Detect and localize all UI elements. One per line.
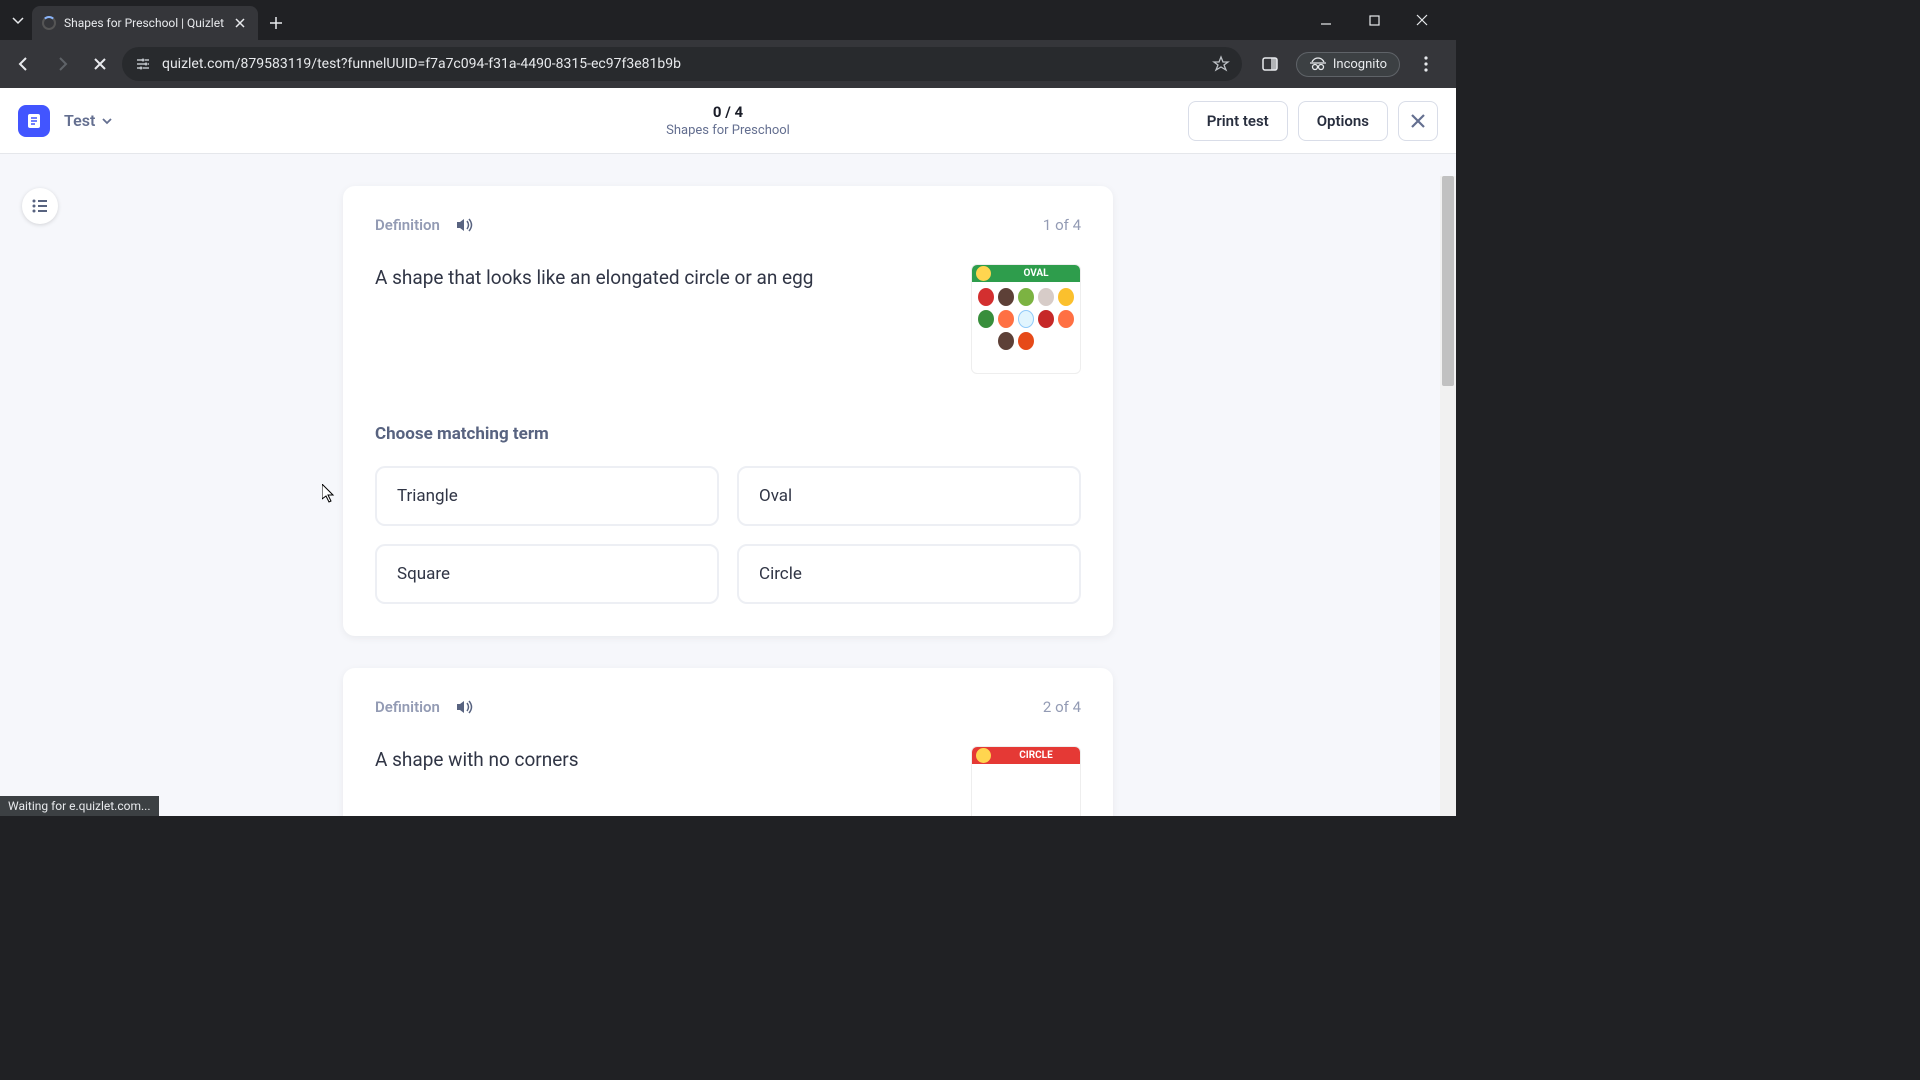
forward-button[interactable]	[46, 48, 78, 80]
app-body[interactable]: Definition 1 of 4 A shape that looks lik…	[0, 154, 1456, 816]
bookmark-icon[interactable]	[1212, 55, 1230, 73]
definition-body: A shape with no corners CIRCLE	[375, 746, 1081, 816]
incognito-label: Incognito	[1333, 57, 1387, 72]
header-left: Test	[18, 105, 113, 137]
definition-image[interactable]: OVAL	[971, 264, 1081, 374]
image-content	[972, 282, 1080, 373]
app-header: Test 0 / 4 Shapes for Preschool Print te…	[0, 88, 1456, 154]
definition-text: A shape with no corners	[375, 746, 951, 775]
site-settings-icon[interactable]	[134, 55, 152, 73]
url-text: quizlet.com/879583119/test?funnelUUID=f7…	[162, 56, 1202, 72]
maximize-button[interactable]	[1360, 6, 1388, 34]
definition-label: Definition	[375, 216, 440, 234]
card-header: Definition 2 of 4	[375, 696, 1081, 718]
browser-chrome: Shapes for Preschool | Quizlet q	[0, 0, 1456, 88]
scrollbar-thumb[interactable]	[1442, 176, 1454, 386]
tab-search-button[interactable]	[8, 10, 28, 30]
question-counter: 1 of 4	[1043, 216, 1081, 234]
answer-option[interactable]: Oval	[737, 466, 1081, 526]
stop-reload-button[interactable]	[84, 48, 116, 80]
status-bar: Waiting for e.quizlet.com...	[0, 796, 159, 816]
question-card: Definition 2 of 4 A shape with no corner…	[343, 668, 1113, 816]
mode-dropdown[interactable]: Test	[64, 111, 113, 130]
browser-toolbar: quizlet.com/879583119/test?funnelUUID=f7…	[0, 40, 1456, 88]
question-card: Definition 1 of 4 A shape that looks lik…	[343, 186, 1113, 636]
page-viewport: Test 0 / 4 Shapes for Preschool Print te…	[0, 88, 1456, 816]
answer-option[interactable]: Square	[375, 544, 719, 604]
incognito-icon	[1309, 57, 1327, 71]
card-header: Definition 1 of 4	[375, 214, 1081, 236]
definition-text: A shape that looks like an elongated cir…	[375, 264, 951, 293]
browser-tab[interactable]: Shapes for Preschool | Quizlet	[32, 6, 258, 40]
definition-label: Definition	[375, 698, 440, 716]
image-banner: OVAL	[972, 265, 1080, 282]
window-controls	[1312, 6, 1448, 34]
tab-strip: Shapes for Preschool | Quizlet	[0, 0, 1456, 40]
chevron-down-icon	[101, 115, 113, 127]
address-bar[interactable]: quizlet.com/879583119/test?funnelUUID=f7…	[122, 47, 1242, 81]
browser-menu-icon[interactable]	[1410, 48, 1442, 80]
tab-close-button[interactable]	[232, 15, 248, 31]
answer-option[interactable]: Triangle	[375, 466, 719, 526]
side-panel-icon[interactable]	[1254, 48, 1286, 80]
mode-label: Test	[64, 111, 95, 130]
choose-label: Choose matching term	[375, 424, 1081, 444]
options-grid: Triangle Oval Square Circle	[375, 466, 1081, 604]
quizlet-test-logo	[18, 105, 50, 137]
definition-body: A shape that looks like an elongated cir…	[375, 264, 1081, 374]
minimize-button[interactable]	[1312, 6, 1340, 34]
audio-button[interactable]	[454, 696, 476, 718]
header-center: 0 / 4 Shapes for Preschool	[666, 103, 790, 138]
scrollbar[interactable]	[1440, 176, 1456, 816]
incognito-badge[interactable]: Incognito	[1296, 52, 1400, 77]
tab-title: Shapes for Preschool | Quizlet	[64, 16, 224, 30]
print-test-button[interactable]: Print test	[1188, 101, 1288, 141]
progress-counter: 0 / 4	[666, 103, 790, 121]
options-button[interactable]: Options	[1298, 101, 1388, 141]
question-counter: 2 of 4	[1043, 698, 1081, 716]
answer-option[interactable]: Circle	[737, 544, 1081, 604]
new-tab-button[interactable]	[262, 9, 290, 37]
close-test-button[interactable]	[1398, 101, 1438, 141]
definition-image[interactable]: CIRCLE	[971, 746, 1081, 816]
question-list-toggle[interactable]	[22, 188, 58, 224]
close-window-button[interactable]	[1408, 6, 1436, 34]
image-banner: CIRCLE	[972, 747, 1080, 764]
audio-button[interactable]	[454, 214, 476, 236]
back-button[interactable]	[8, 48, 40, 80]
loading-spinner-icon	[42, 16, 56, 30]
header-right: Print test Options	[1188, 101, 1438, 141]
set-title: Shapes for Preschool	[666, 123, 790, 138]
toolbar-right: Incognito	[1248, 48, 1448, 80]
